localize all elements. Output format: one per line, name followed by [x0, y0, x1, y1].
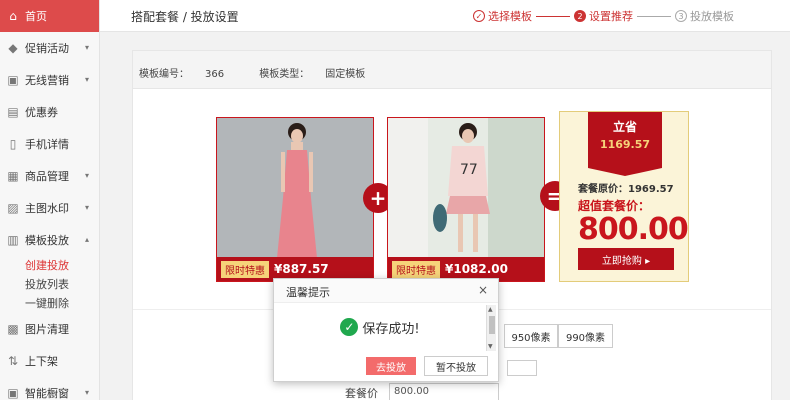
package-price-value: 800.00: [578, 212, 689, 247]
sidebar-subitem-delete[interactable]: 一键删除: [0, 294, 99, 313]
sidebar-item-image-cleanup[interactable]: ▩ 图片清理: [0, 313, 99, 345]
sidebar: ⌂ 首页 ◆ 促销活动 ▾ ▣ 无线营销 ▾ ▤ 优惠券 ▯ 手机详情 ▦ 商品…: [0, 0, 100, 400]
step-2: 2 设置推荐: [574, 8, 633, 24]
template-icon: ▥: [7, 233, 19, 247]
check-circle-icon: ✓: [340, 318, 359, 336]
sidebar-item-label: 图片清理: [25, 323, 69, 336]
sidebar-item-label: 商品管理: [25, 170, 69, 183]
sidebar-item-label: 促销活动: [25, 42, 69, 55]
sidebar-item-label: 主图水印: [25, 202, 69, 215]
sidebar-item-label: 优惠券: [25, 106, 58, 119]
promo-tag: 限时特惠: [221, 260, 269, 278]
savings-ribbon: 立省 1169.57: [588, 112, 662, 168]
dialog-title: 温馨提示: [274, 279, 498, 303]
template-type-label: 模板类型：: [259, 69, 310, 80]
updown-icon: ⇅: [7, 354, 19, 368]
close-icon[interactable]: ×: [478, 283, 488, 297]
buy-now-button[interactable]: 立即抢购 ▸: [578, 248, 674, 270]
grid-icon: ▦: [7, 169, 19, 183]
sidebar-subitem-list[interactable]: 投放列表: [0, 275, 99, 294]
sidebar-item-label: 智能橱窗: [25, 387, 69, 400]
dialog-scrollbar[interactable]: ▲ ▼: [486, 305, 496, 351]
promo-tag: 限时特惠: [392, 260, 440, 278]
scroll-up-icon[interactable]: ▲: [488, 306, 493, 313]
sidebar-item-label: 手机详情: [25, 138, 69, 151]
sidebar-subitem-create[interactable]: 创建投放: [0, 256, 99, 275]
sidebar-item-shelf[interactable]: ⇅ 上下架: [0, 345, 99, 377]
svg-text:77: 77: [460, 162, 478, 178]
tag-icon: ◆: [8, 41, 18, 55]
step-number-icon: 3: [675, 10, 687, 22]
ribbon-tip: [588, 168, 662, 176]
wireless-icon: ▣: [7, 73, 19, 87]
step-connector: [536, 15, 570, 17]
sidebar-item-wireless[interactable]: ▣ 无线营销 ▾: [0, 64, 99, 96]
step-1: ✓ 选择模板: [473, 8, 532, 24]
sidebar-item-smart-window[interactable]: ▣ 智能橱窗 ▾: [0, 377, 99, 400]
dialog-message: 保存成功!: [362, 321, 420, 337]
product-card-2[interactable]: 77 限时特惠 ¥1082.00: [387, 117, 545, 282]
step-label: 投放模板: [690, 10, 734, 23]
scroll-thumb[interactable]: [489, 316, 495, 334]
phone-icon: ▯: [9, 137, 17, 151]
header: 搭配套餐 / 投放设置 ✓ 选择模板 2 设置推荐 3 投放模板: [100, 0, 790, 32]
step-indicator: ✓ 选择模板 2 设置推荐 3 投放模板: [473, 8, 734, 24]
package-price-input[interactable]: 800.00: [389, 383, 499, 400]
sidebar-item-home[interactable]: ⌂ 首页: [0, 0, 99, 32]
window-icon: ▣: [7, 386, 19, 400]
template-type-value: 固定模板: [325, 69, 366, 80]
go-deploy-button[interactable]: 去投放: [366, 357, 416, 375]
template-info: 模板编号： 366 模板类型： 固定模板: [133, 51, 771, 89]
sidebar-item-mobile-detail[interactable]: ▯ 手机详情: [0, 128, 99, 160]
sidebar-item-coupon[interactable]: ▤ 优惠券: [0, 96, 99, 128]
step-3: 3 投放模板: [675, 8, 734, 24]
dialog-body: ✓ 保存成功!: [274, 303, 486, 351]
sidebar-item-label: 模板投放: [25, 234, 69, 247]
sidebar-item-label: 上下架: [25, 355, 58, 368]
product-price: ¥887.57: [274, 262, 329, 276]
product-image-dress: [217, 118, 373, 258]
chevron-up-icon: ▴: [84, 235, 89, 244]
product-image-sweater: 77: [388, 118, 544, 258]
image-icon: ▨: [7, 201, 19, 215]
sidebar-item-watermark[interactable]: ▨ 主图水印 ▾: [0, 192, 99, 224]
template-no-value: 366: [205, 69, 225, 80]
text-input[interactable]: [507, 360, 537, 376]
original-price: 套餐原价：1969.57: [578, 184, 674, 195]
savings-label: 立省: [612, 120, 637, 134]
package-summary: 立省 1169.57 套餐原价：1969.57 超值套餐价： 800.00 立即…: [559, 111, 689, 282]
step-connector: [637, 15, 671, 17]
sidebar-item-promotions[interactable]: ◆ 促销活动 ▾: [0, 32, 99, 64]
chevron-down-icon: ▾: [84, 203, 89, 212]
ticket-icon: ▤: [7, 105, 19, 119]
package-price-field-label: 套餐价: [345, 387, 378, 400]
savings-amount: 1169.57: [599, 138, 651, 151]
home-icon: ⌂: [9, 9, 17, 23]
page-title: 搭配套餐 / 投放设置: [131, 10, 239, 24]
product-card-1[interactable]: 限时特惠 ¥887.57: [216, 117, 374, 282]
sidebar-item-template[interactable]: ▥ 模板投放 ▴: [0, 224, 99, 256]
picture-icon: ▩: [7, 322, 19, 336]
chevron-down-icon: ▾: [84, 43, 89, 52]
product-price: ¥1082.00: [445, 262, 509, 276]
check-icon: ✓: [473, 10, 485, 22]
chevron-down-icon: ▾: [84, 388, 89, 397]
sidebar-item-products[interactable]: ▦ 商品管理 ▾: [0, 160, 99, 192]
step-label: 选择模板: [488, 10, 532, 23]
save-success-dialog: 温馨提示 × ✓ 保存成功! ▲ ▼ 去投放 暂不投放: [273, 278, 499, 382]
sidebar-item-label: 无线营销: [25, 74, 69, 87]
step-number-icon: 2: [574, 10, 586, 22]
step-label: 设置推荐: [589, 10, 633, 23]
chevron-down-icon: ▾: [84, 75, 89, 84]
scroll-down-icon[interactable]: ▼: [488, 343, 493, 350]
chevron-down-icon: ▾: [84, 171, 89, 180]
template-no-label: 模板编号：: [139, 69, 189, 80]
size-option-950[interactable]: 950像素: [504, 324, 558, 348]
size-option-990[interactable]: 990像素: [558, 324, 613, 348]
not-now-button[interactable]: 暂不投放: [424, 356, 488, 376]
sidebar-item-label: 首页: [25, 10, 47, 23]
